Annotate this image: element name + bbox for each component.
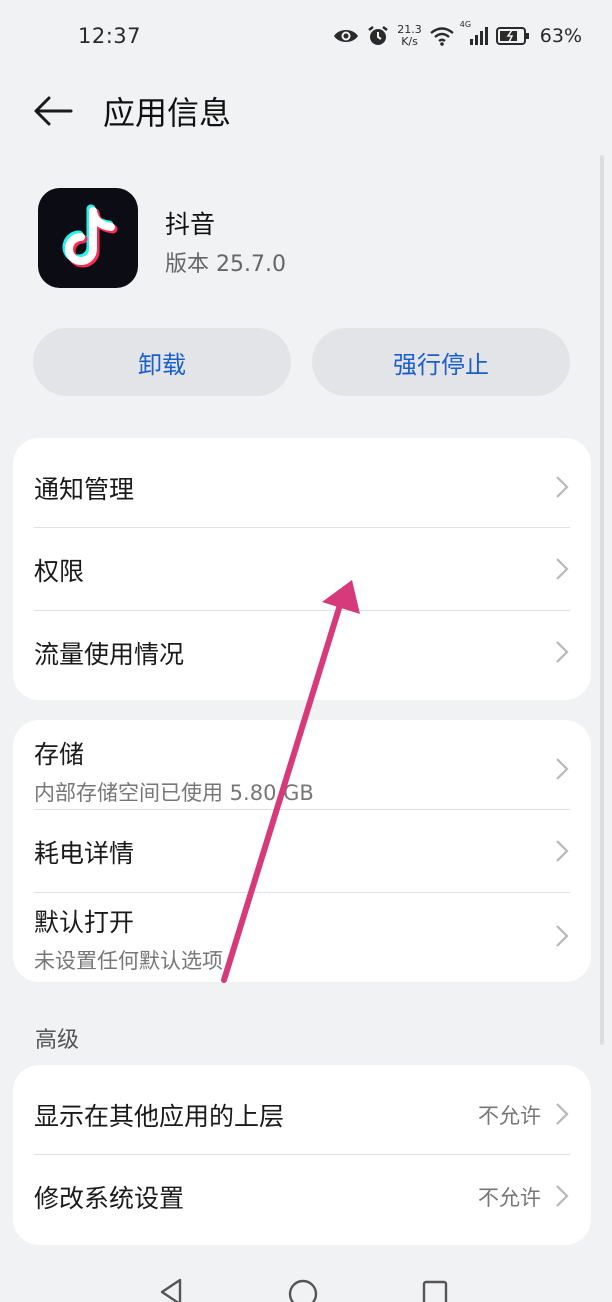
notification-management-item[interactable]: 通知管理: [13, 446, 591, 528]
triangle-back-icon: [160, 1278, 182, 1302]
list-item-value: 不允许: [478, 1104, 541, 1128]
list-item-value: 不允许: [478, 1186, 541, 1210]
list-item-label: 权限: [34, 557, 85, 586]
modify-system-settings-item[interactable]: 修改系统设置 不允许: [13, 1155, 591, 1245]
chevron-right-icon: [556, 476, 569, 498]
status-time: 12:37: [78, 24, 142, 48]
app-name: 抖音: [165, 210, 216, 239]
data-usage-item[interactable]: 流量使用情况: [13, 611, 591, 693]
nav-recents-button[interactable]: [415, 1276, 455, 1302]
settings-card-advanced: 显示在其他应用的上层 不允许 修改系统设置 不允许: [13, 1065, 591, 1245]
open-by-default-item[interactable]: 默认打开 未设置任何默认选项: [13, 893, 591, 982]
system-nav-bar: [0, 1262, 612, 1302]
list-item-label: 通知管理: [34, 475, 135, 504]
chevron-right-icon: [556, 840, 569, 862]
scrollbar[interactable]: [600, 155, 604, 1045]
chevron-right-icon: [556, 925, 569, 947]
eye-icon: [333, 27, 359, 45]
list-item-sublabel: 未设置任何默认选项: [34, 949, 223, 973]
back-arrow-icon: [34, 96, 73, 126]
list-item-label: 修改系统设置: [34, 1184, 185, 1213]
wifi-icon: [430, 26, 454, 46]
square-recents-icon: [422, 1280, 448, 1302]
force-stop-button[interactable]: 强行停止: [312, 328, 570, 396]
nav-home-button[interactable]: [283, 1276, 323, 1302]
list-item-label: 显示在其他应用的上层: [34, 1102, 285, 1131]
chevron-right-icon: [556, 758, 569, 780]
chevron-right-icon: [556, 558, 569, 580]
permissions-item[interactable]: 权限: [13, 528, 591, 611]
battery-percent: 63%: [539, 25, 582, 47]
back-button[interactable]: [30, 88, 76, 134]
chevron-right-icon: [556, 1103, 569, 1125]
douyin-logo-icon: [62, 204, 118, 268]
status-bar: 12:37 21.3 K/s 4G 63%: [0, 0, 612, 72]
net-speed: 21.3 K/s: [397, 24, 422, 48]
storage-item[interactable]: 存储 内部存储空间已使用 5.80 GB: [13, 720, 591, 810]
app-icon: [38, 188, 138, 288]
settings-card-storage: 存储 内部存储空间已使用 5.80 GB 耗电详情 默认打开 未设置任何默认选项: [13, 720, 591, 982]
page-title: 应用信息: [103, 94, 232, 132]
section-label-advanced: 高级: [35, 1028, 80, 1053]
app-version: 版本 25.7.0: [165, 252, 286, 277]
alarm-icon: [367, 25, 389, 47]
battery-icon: [495, 26, 530, 46]
battery-usage-item[interactable]: 耗电详情: [13, 810, 591, 893]
display-over-other-apps-item[interactable]: 显示在其他应用的上层 不允许: [13, 1065, 591, 1155]
uninstall-button[interactable]: 卸载: [33, 328, 291, 396]
list-item-sublabel: 内部存储空间已使用 5.80 GB: [34, 781, 314, 805]
status-icons: 21.3 K/s 4G 63%: [333, 20, 582, 50]
chevron-right-icon: [556, 641, 569, 663]
network-type: 4G: [459, 20, 472, 29]
chevron-right-icon: [556, 1185, 569, 1207]
list-item-label: 耗电详情: [34, 839, 135, 868]
list-item-label: 流量使用情况: [34, 640, 185, 669]
net-speed-unit: K/s: [401, 35, 418, 48]
app-info-screen: 12:37 21.3 K/s 4G 63% 应用信息 抖音 版本 25.7.0 …: [0, 0, 612, 1302]
nav-back-button[interactable]: [150, 1276, 190, 1302]
signal-icon: 4G: [460, 20, 488, 46]
header: 应用信息: [0, 80, 612, 140]
list-item-label: 默认打开: [34, 908, 135, 937]
list-item-label: 存储: [34, 740, 85, 769]
settings-card-general: 通知管理 权限 流量使用情况: [13, 438, 591, 700]
circle-home-icon: [288, 1279, 318, 1302]
